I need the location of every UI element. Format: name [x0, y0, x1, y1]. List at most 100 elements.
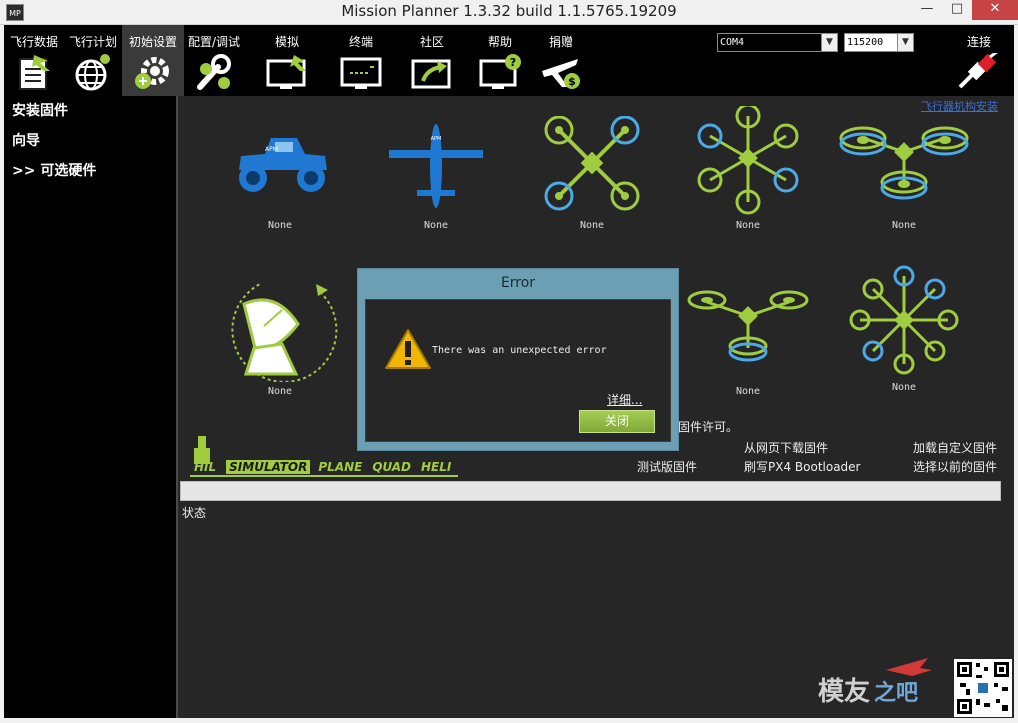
firmware-y6[interactable]: None	[834, 116, 974, 231]
octocopter-icon	[849, 265, 959, 375]
firmware-y6-version: None	[891, 220, 917, 231]
hil-heli-button[interactable]: HELI	[421, 460, 451, 474]
toolbar-flight-data[interactable]: 飞行数据	[4, 25, 64, 96]
toolbar-label: 模拟	[274, 35, 299, 49]
quadcopter-icon	[544, 116, 640, 211]
firmware-license-text: 固件许可。	[678, 420, 739, 434]
hil-label: HIL	[194, 460, 217, 474]
connect-label: 连接	[966, 35, 991, 49]
maximize-button[interactable]: □	[942, 0, 972, 20]
load-custom-firmware-link[interactable]: 加载自定义固件	[913, 439, 997, 456]
toolbar-initial-setup[interactable]: 初始设置	[122, 25, 184, 96]
site-watermark-logo: 模友 之吧	[818, 658, 932, 707]
firmware-hexa-version: None	[735, 220, 761, 231]
help-icon: ?	[479, 54, 521, 89]
svg-text:之吧: 之吧	[874, 680, 918, 706]
warning-icon	[385, 329, 431, 369]
toolbar-donate[interactable]: 捐赠 $	[532, 25, 590, 96]
status-label: 状态	[182, 506, 207, 520]
qr-code-icon	[954, 659, 1012, 717]
error-details-link[interactable]: 详细...	[607, 391, 642, 408]
svg-text:APM: APM	[431, 136, 442, 142]
toolbar-help[interactable]: 帮助 ?	[470, 25, 530, 96]
firmware-quad[interactable]: None	[522, 116, 662, 231]
plane-icon: APM	[389, 124, 483, 208]
sidebar-item-optional-hardware[interactable]: >> 可选硬件	[12, 160, 96, 180]
toolbar-label: 配置/调试	[187, 35, 241, 49]
sidebar-item-wizard[interactable]: 向导	[12, 130, 40, 150]
toolbar-label: 社区	[419, 35, 444, 49]
firmware-rover-version: None	[267, 220, 293, 231]
firmware-antenna-tracker[interactable]: None	[210, 270, 350, 397]
title-bar: MP Mission Planner 1.3.32 build 1.1.5765…	[0, 0, 1018, 25]
port-select[interactable]: COM4 ▼	[717, 33, 838, 52]
toolbar-flight-plan[interactable]: 飞行计划	[64, 25, 122, 96]
firmware-tri-version: None	[735, 386, 761, 397]
hexacopter-icon	[697, 106, 799, 215]
hil-quad-button[interactable]: QUAD	[372, 460, 411, 474]
svg-text:APM: APM	[265, 146, 278, 153]
flight-data-icon	[19, 55, 50, 90]
error-message: There was an unexpected error	[432, 345, 607, 356]
dialog-title: Error	[500, 275, 536, 291]
window-controls: — □ ✕	[912, 0, 1018, 20]
hil-simulator-links: HIL SIMULATOR PLANE QUAD HELI	[194, 460, 461, 474]
minimize-button[interactable]: —	[912, 0, 942, 20]
firmware-octa-version: None	[891, 382, 917, 393]
toolbar-connect[interactable]: 连接	[948, 25, 1010, 96]
plug-icon	[958, 53, 998, 89]
chevron-down-icon[interactable]: ▼	[897, 34, 913, 51]
setup-sidebar: 安装固件 向导 >> 可选硬件	[4, 96, 176, 718]
chevron-down-icon[interactable]: ▼	[821, 34, 837, 51]
hil-plane-button[interactable]: PLANE	[318, 460, 362, 474]
beta-firmware-link[interactable]: 测试版固件	[637, 458, 697, 475]
svg-text:模友: 模友	[818, 677, 870, 707]
dialog-body: There was an unexpected error 详细... 关闭	[365, 299, 671, 442]
toolbar-label: 飞行数据	[9, 35, 58, 49]
baud-select-value: 115200	[845, 34, 897, 51]
toolbar-label: 捐赠	[548, 35, 573, 49]
firmware-octa[interactable]: None	[834, 264, 974, 393]
baud-select[interactable]: 115200 ▼	[844, 33, 914, 52]
firmware-plane-version: None	[423, 220, 449, 231]
sidebar-item-install-firmware[interactable]: 安装固件	[12, 100, 68, 120]
firmware-antenna-tracker-version: None	[267, 386, 293, 397]
antenna-tracker-icon	[231, 283, 338, 382]
tricopter-icon	[687, 290, 809, 362]
close-window-button[interactable]: ✕	[972, 0, 1018, 20]
donate-icon: $	[542, 59, 580, 89]
port-select-value: COM4	[718, 34, 821, 51]
main-toolbar: 飞行数据 飞行计划 初始设置 配置/调试 模拟 终端 社区 帮助 ? 捐赠 $ …	[4, 25, 1014, 96]
firmware-tri[interactable]: None	[678, 282, 818, 397]
config-tuning-icon	[197, 54, 231, 90]
flight-plan-icon	[75, 54, 110, 91]
toolbar-community[interactable]: 社区	[400, 25, 464, 96]
initial-setup-icon	[135, 57, 169, 89]
download-firmware-web-link[interactable]: 从网页下载固件	[744, 439, 828, 456]
toolbar-config-tuning[interactable]: 配置/调试	[184, 25, 244, 96]
toolbar-label: 终端	[348, 35, 373, 49]
firmware-hexa[interactable]: None	[678, 106, 818, 231]
firmware-rover[interactable]: APM None	[210, 116, 350, 231]
toolbar-label: 帮助	[487, 35, 512, 49]
simulation-icon	[266, 55, 306, 89]
error-dialog: Error There was an unexpected error 详细..…	[357, 268, 679, 451]
flash-px4-bootloader-link[interactable]: 刷写PX4 Bootloader	[744, 458, 861, 475]
toolbar-terminal[interactable]: 终端	[330, 25, 392, 96]
toolbar-simulation[interactable]: 模拟	[254, 25, 320, 96]
y6-icon	[839, 126, 969, 200]
firmware-quad-version: None	[579, 220, 605, 231]
pick-previous-firmware-link[interactable]: 选择以前的固件	[913, 458, 997, 475]
svg-text:?: ?	[510, 56, 516, 69]
toolbar-label: 初始设置	[128, 35, 177, 49]
terminal-icon	[340, 57, 382, 89]
firmware-progress-bar	[180, 481, 1001, 501]
rover-icon: APM	[239, 138, 327, 192]
dialog-close-button[interactable]: 关闭	[579, 410, 655, 433]
toolbar-label: 飞行计划	[68, 35, 117, 49]
firmware-plane[interactable]: APM None	[366, 116, 506, 231]
airframe-help-link[interactable]: 飞行器机构安装	[921, 98, 998, 114]
svg-text:$: $	[568, 75, 576, 88]
hil-simulator-button[interactable]: SIMULATOR	[226, 460, 311, 474]
window-title: Mission Planner 1.3.32 build 1.1.5765.19…	[341, 2, 677, 20]
